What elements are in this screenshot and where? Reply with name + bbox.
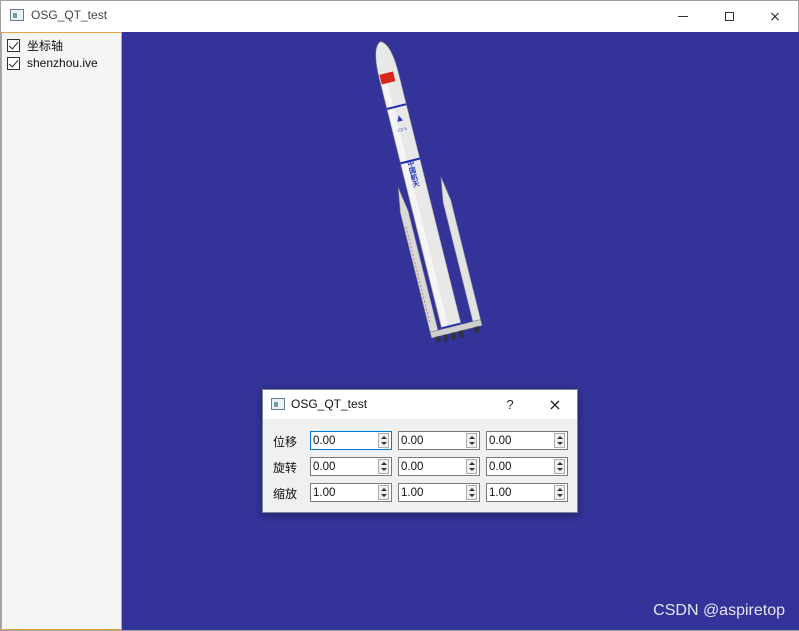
scale-label: 缩放 bbox=[273, 487, 298, 501]
arrow-up-icon[interactable] bbox=[469, 488, 475, 491]
axis-checkbox[interactable] bbox=[7, 38, 20, 52]
arrow-up-icon[interactable] bbox=[381, 488, 387, 491]
window-title: OSG_QT_test bbox=[31, 8, 108, 22]
translate-y-spinbox[interactable]: 0.00 bbox=[398, 431, 480, 450]
spin-value: 1.00 bbox=[401, 487, 424, 499]
spin-arrows[interactable] bbox=[554, 485, 565, 500]
arrow-down-icon[interactable] bbox=[381, 442, 387, 445]
scale-z-spinbox[interactable]: 1.00 bbox=[486, 483, 568, 502]
spin-value: 0.00 bbox=[401, 435, 424, 447]
tree-item-label: 坐标轴 bbox=[27, 38, 64, 53]
title-bar[interactable]: OSG_QT_test × bbox=[1, 1, 798, 32]
translate-x-spinbox[interactable]: 0.00 bbox=[310, 431, 392, 450]
tree-item-shenzhou[interactable]: shenzhou.ive bbox=[7, 54, 98, 72]
arrow-down-icon[interactable] bbox=[557, 442, 563, 445]
dialog-title: OSG_QT_test bbox=[291, 397, 368, 411]
arrow-up-icon[interactable] bbox=[381, 462, 387, 465]
arrow-down-icon[interactable] bbox=[557, 494, 563, 497]
close-icon: × bbox=[769, 8, 781, 25]
scene-tree-panel: 坐标轴 shenzhou.ive bbox=[1, 32, 122, 630]
tree-item-label: shenzhou.ive bbox=[27, 56, 98, 70]
app-icon bbox=[10, 9, 24, 21]
spin-value: 0.00 bbox=[401, 461, 424, 473]
arrow-up-icon[interactable] bbox=[469, 462, 475, 465]
tree-item-axis[interactable]: 坐标轴 bbox=[7, 36, 63, 54]
arrow-down-icon[interactable] bbox=[469, 468, 475, 471]
dialog-title-bar[interactable]: OSG_QT_test ? × bbox=[263, 390, 577, 419]
spin-value: 1.00 bbox=[489, 487, 512, 499]
spin-value: 0.00 bbox=[489, 461, 512, 473]
spin-value: 0.00 bbox=[313, 461, 336, 473]
osg-3d-viewport[interactable]: CZ-5 中国航天 CSDN @aspiretop bbox=[122, 32, 799, 630]
maximize-icon bbox=[724, 12, 734, 21]
rotate-label: 旋转 bbox=[273, 461, 298, 475]
translate-z-spinbox[interactable]: 0.00 bbox=[486, 431, 568, 450]
rotate-y-spinbox[interactable]: 0.00 bbox=[398, 457, 480, 476]
rotate-z-spinbox[interactable]: 0.00 bbox=[486, 457, 568, 476]
spin-arrows[interactable] bbox=[378, 485, 389, 500]
close-button[interactable]: × bbox=[752, 1, 798, 32]
spin-value: 0.00 bbox=[489, 435, 512, 447]
spin-arrows[interactable] bbox=[554, 459, 565, 474]
watermark: CSDN @aspiretop bbox=[653, 602, 785, 619]
spin-value: 0.00 bbox=[313, 435, 336, 447]
arrow-up-icon[interactable] bbox=[381, 436, 387, 439]
spin-arrows[interactable] bbox=[378, 459, 389, 474]
main-window: OSG_QT_test × 坐标轴 shenzhou.ive CZ-5 中国航天… bbox=[0, 0, 799, 631]
spin-arrows[interactable] bbox=[378, 433, 389, 448]
dialog-close-button[interactable]: × bbox=[543, 393, 567, 415]
arrow-down-icon[interactable] bbox=[381, 494, 387, 497]
arrow-down-icon[interactable] bbox=[557, 468, 563, 471]
scale-x-spinbox[interactable]: 1.00 bbox=[310, 483, 392, 502]
spin-arrows[interactable] bbox=[466, 459, 477, 474]
minimize-icon bbox=[678, 16, 688, 17]
spin-arrows[interactable] bbox=[554, 433, 565, 448]
arrow-up-icon[interactable] bbox=[557, 488, 563, 491]
arrow-up-icon[interactable] bbox=[557, 462, 563, 465]
spin-arrows[interactable] bbox=[466, 485, 477, 500]
maximize-button[interactable] bbox=[706, 1, 752, 32]
help-button[interactable]: ? bbox=[499, 393, 521, 415]
spin-arrows[interactable] bbox=[466, 433, 477, 448]
rotate-x-spinbox[interactable]: 0.00 bbox=[310, 457, 392, 476]
arrow-up-icon[interactable] bbox=[557, 436, 563, 439]
translate-label: 位移 bbox=[273, 435, 298, 449]
close-icon: × bbox=[548, 394, 562, 414]
arrow-down-icon[interactable] bbox=[381, 468, 387, 471]
spin-value: 1.00 bbox=[313, 487, 336, 499]
minimize-button[interactable] bbox=[660, 1, 706, 32]
arrow-up-icon[interactable] bbox=[469, 436, 475, 439]
rocket-model: CZ-5 中国航天 bbox=[375, 41, 483, 343]
arrow-down-icon[interactable] bbox=[469, 494, 475, 497]
dialog-app-icon bbox=[271, 398, 285, 410]
transform-dialog: OSG_QT_test ? × 位移 0.00 0.00 0.00 旋转 0.0… bbox=[262, 389, 578, 513]
scale-y-spinbox[interactable]: 1.00 bbox=[398, 483, 480, 502]
shenzhou-checkbox[interactable] bbox=[7, 56, 20, 70]
arrow-down-icon[interactable] bbox=[469, 442, 475, 445]
